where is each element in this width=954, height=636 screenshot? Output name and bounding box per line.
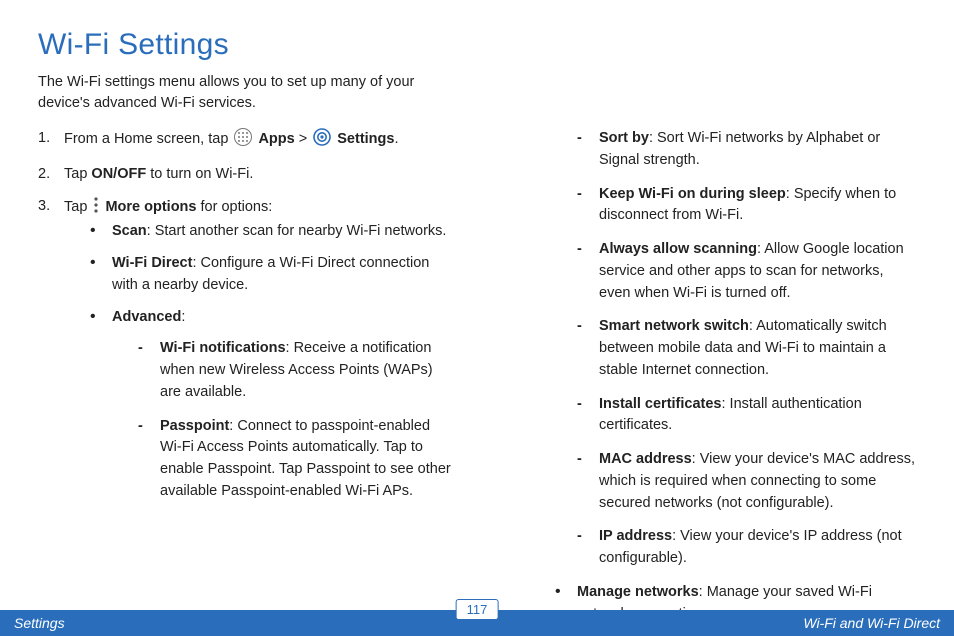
step-1-text-a: From a Home screen, tap xyxy=(64,131,232,147)
intro-text: The Wi-Fi settings menu allows you to se… xyxy=(38,72,458,114)
adv-keep-wifi-sleep: Keep Wi-Fi on during sleep: Specify when… xyxy=(577,184,916,228)
step-3-b: More options xyxy=(105,199,196,215)
adv-notif-title: Wi-Fi notifications xyxy=(160,340,286,356)
adv-scan-title: Always allow scanning xyxy=(599,241,757,257)
advanced-list-part1: Wi-Fi notifications: Receive a notificat… xyxy=(138,338,451,502)
adv-smart-network-switch: Smart network switch: Automatically swit… xyxy=(577,316,916,381)
adv-mac-title: MAC address xyxy=(599,451,692,467)
adv-smart-title: Smart network switch xyxy=(599,318,749,334)
step-3-a: Tap xyxy=(64,199,91,215)
more-options-icon xyxy=(93,196,99,222)
adv-pass-title: Passpoint xyxy=(160,418,229,434)
step-1: From a Home screen, tap Apps > Settings. xyxy=(38,128,451,154)
option-wfd-title: Wi-Fi Direct xyxy=(112,255,192,271)
option-scan-desc: : Start another scan for nearby Wi-Fi ne… xyxy=(147,223,447,239)
step-1-gt: > xyxy=(299,131,312,147)
adv-wifi-notifications: Wi-Fi notifications: Receive a notificat… xyxy=(138,338,451,403)
page-title: Wi-Fi Settings xyxy=(38,28,916,62)
settings-label: Settings xyxy=(337,131,394,147)
content-columns: From a Home screen, tap Apps > Settings.… xyxy=(38,128,916,625)
step-1-end: . xyxy=(394,131,398,147)
adv-ip-title: IP address xyxy=(599,528,672,544)
step-3-c: for options: xyxy=(196,199,272,215)
adv-cert-title: Install certificates xyxy=(599,396,722,412)
apps-icon xyxy=(234,128,252,154)
option-scan-title: Scan xyxy=(112,223,147,239)
step-2-a: Tap xyxy=(64,166,91,182)
option-wifi-direct: Wi-Fi Direct: Configure a Wi-Fi Direct c… xyxy=(90,253,451,297)
page: Wi-Fi Settings The Wi-Fi settings menu a… xyxy=(0,0,954,636)
option-adv-title: Advanced xyxy=(112,309,181,325)
footer-right: Wi-Fi and Wi-Fi Direct xyxy=(477,615,954,631)
options-list: Scan: Start another scan for nearby Wi-F… xyxy=(90,221,451,502)
adv-passpoint: Passpoint: Connect to passpoint-enabled … xyxy=(138,416,451,503)
adv-install-certificates: Install certificates: Install authentica… xyxy=(577,394,916,438)
settings-icon xyxy=(313,128,331,154)
advanced-list-part2: Sort by: Sort Wi-Fi networks by Alphabet… xyxy=(577,128,916,570)
adv-always-allow-scanning: Always allow scanning: Allow Google loca… xyxy=(577,239,916,304)
adv-sort-title: Sort by xyxy=(599,130,649,146)
footer-left: Settings xyxy=(0,615,477,631)
advanced-continuation: Sort by: Sort Wi-Fi networks by Alphabet… xyxy=(529,128,916,625)
adv-sort-by: Sort by: Sort Wi-Fi networks by Alphabet… xyxy=(577,128,916,172)
option-mng-title: Manage networks xyxy=(577,584,699,600)
step-2: Tap ON/OFF to turn on Wi-Fi. xyxy=(38,164,451,186)
step-2-b: ON/OFF xyxy=(91,166,146,182)
page-footer: Settings 117 Wi-Fi and Wi-Fi Direct xyxy=(0,610,954,636)
option-scan: Scan: Start another scan for nearby Wi-F… xyxy=(90,221,451,243)
adv-ip-address: IP address: View your device's IP addres… xyxy=(577,526,916,570)
option-advanced: Advanced: Wi-Fi notifications: Receive a… xyxy=(90,307,451,503)
footer-page-number: 117 xyxy=(456,599,499,620)
adv-mac-address: MAC address: View your device's MAC addr… xyxy=(577,449,916,514)
apps-label: Apps xyxy=(258,131,294,147)
step-3: Tap More options for options: Scan: Star… xyxy=(38,196,451,503)
step-2-c: to turn on Wi-Fi. xyxy=(146,166,253,182)
adv-keep-title: Keep Wi-Fi on during sleep xyxy=(599,186,786,202)
steps-list: From a Home screen, tap Apps > Settings.… xyxy=(38,128,451,503)
